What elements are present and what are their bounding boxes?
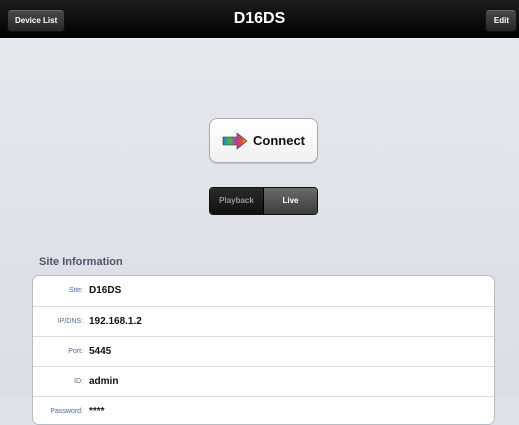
ip-dns-label: IP/DNS: — [57, 318, 83, 325]
arrow-right-icon — [222, 132, 248, 150]
table-row: Password: **** — [33, 396, 494, 424]
table-row: Site: D16DS — [33, 276, 494, 306]
mode-segmented-control: Playback Live — [209, 187, 318, 215]
playback-segment[interactable]: Playback — [210, 188, 264, 214]
site-value: D16DS — [89, 285, 122, 296]
ip-dns-value: 192.168.1.2 — [89, 316, 142, 327]
navigation-bar: Device List D16DS Edit — [0, 0, 519, 38]
id-value: admin — [89, 376, 119, 387]
table-row: IP/DNS: 192.168.1.2 — [33, 306, 494, 336]
edit-button[interactable]: Edit — [484, 9, 517, 32]
table-row: Port: 5445 — [33, 336, 494, 366]
main-content: Connect Playback Live Site Information S… — [0, 38, 519, 425]
site-info-table: Site: D16DS IP/DNS: 192.168.1.2 Port: 54… — [32, 275, 495, 425]
connect-button[interactable]: Connect — [209, 118, 318, 163]
site-label: Site: — [68, 287, 83, 294]
id-label: ID: — [74, 378, 83, 385]
table-row: ID: admin — [33, 366, 494, 396]
live-segment[interactable]: Live — [264, 188, 317, 214]
section-title: Site Information — [39, 256, 123, 268]
connect-label: Connect — [253, 133, 305, 148]
page-title: D16DS — [233, 10, 286, 27]
password-value: **** — [89, 406, 105, 417]
port-label: Port: — [68, 348, 83, 355]
port-value: 5445 — [89, 346, 112, 357]
password-label: Password: — [50, 408, 83, 415]
